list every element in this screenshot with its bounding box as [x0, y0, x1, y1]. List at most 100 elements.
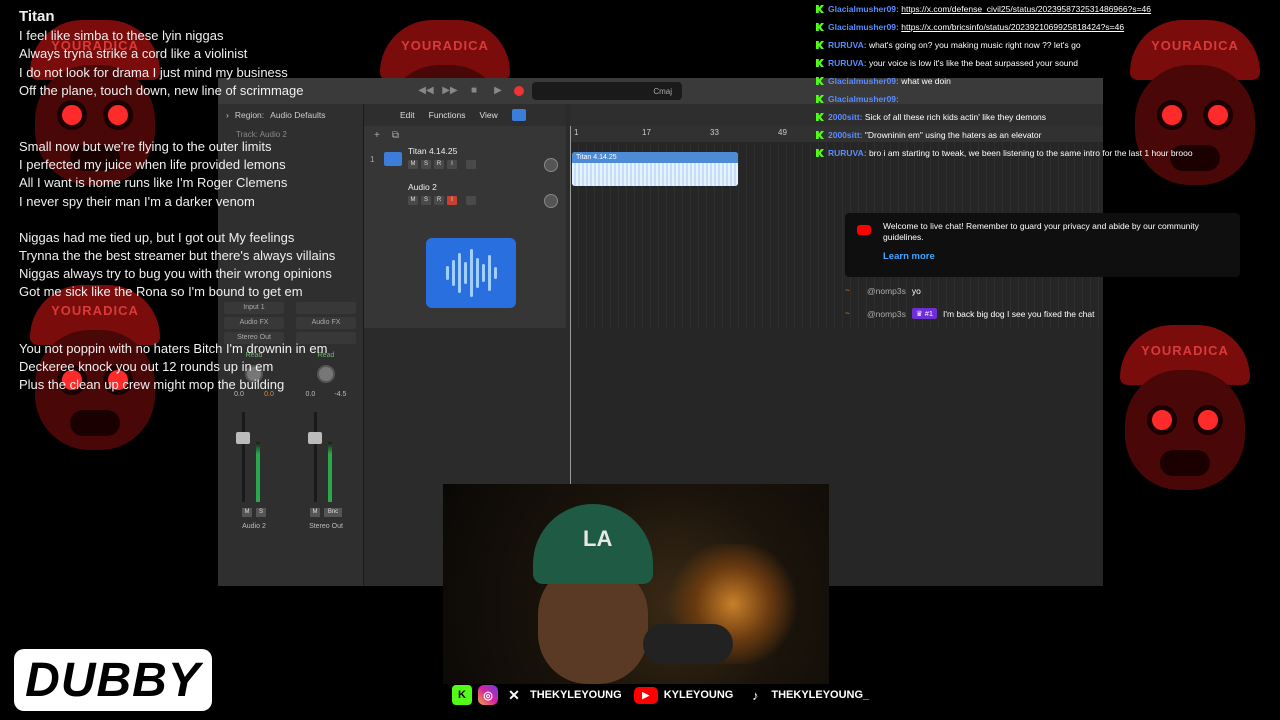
tiktok-handle: THEKYLEYOUNG_ — [771, 689, 870, 701]
audio-region[interactable]: Titan 4.14.25 — [572, 152, 738, 186]
cap-logo: LA — [583, 526, 613, 551]
lyric-line: You not poppin with no haters Bitch I'm … — [19, 340, 328, 356]
yt-chat-message: ~ @nomp3s yo — [845, 286, 921, 296]
instagram-icon: ◎ — [478, 685, 498, 705]
edit-menu[interactable]: Edit — [400, 110, 415, 120]
lyric-line: Got me sick like the Rona so I'm bound t… — [19, 284, 303, 300]
ruler-mark: 33 — [710, 128, 719, 137]
lyric-line: All I want is home runs like I'm Roger C… — [19, 175, 288, 191]
logo-text: DUBBY — [25, 653, 201, 707]
chat-username[interactable]: RURUVA: — [828, 40, 867, 50]
chat-text: I'm back big dog I see you fixed the cha… — [943, 308, 1095, 319]
strip-name: Stereo Out — [309, 523, 343, 530]
play-icon[interactable]: ▶ — [490, 85, 506, 97]
live-chat-notice: Welcome to live chat! Remember to guard … — [845, 213, 1240, 277]
lyrics-stanza: You not poppin with no haters Bitch I'm … — [19, 340, 399, 395]
youtube-icon: ▶ — [633, 686, 658, 704]
kick-icon — [816, 5, 824, 13]
rewind-icon[interactable]: ◀◀ — [418, 85, 434, 97]
kick-icon — [816, 95, 824, 103]
chat-link[interactable]: https://x.com/defense_civil25/status/202… — [901, 4, 1151, 14]
tiktok-icon: ♪ — [752, 687, 759, 703]
chat-message: 2000sitt: "Drowninin em" using the hater… — [816, 126, 1280, 144]
track-volume-slider[interactable] — [466, 160, 476, 169]
lyrics-stanza: Niggas had me tied up, but I got out My … — [19, 229, 399, 302]
input-monitor-button[interactable]: I — [447, 196, 457, 205]
track-pan-knob[interactable] — [544, 194, 558, 208]
chat-message: Glacialmusher09: https://x.com/defense_c… — [816, 0, 1280, 18]
socials-bar: K ◎ ✕ THEKYLEYOUNG ▶ KYLEYOUNG ♪ THEKYLE… — [452, 684, 875, 706]
record-button[interactable] — [514, 86, 524, 96]
chat-text: yo — [911, 286, 921, 296]
chat-username[interactable]: 2000sitt: — [828, 130, 863, 140]
youtube-handle: KYLEYOUNG — [663, 689, 734, 701]
lyric-line: Small now but we're flying to the outer … — [19, 139, 272, 155]
chat-username[interactable]: RURUVA: — [828, 58, 867, 68]
input-monitor-button[interactable]: I — [447, 160, 457, 169]
chat-username[interactable]: 2000sitt: — [828, 112, 863, 122]
lyric-line: Deckeree knock you out 12 rounds up in e… — [19, 358, 274, 374]
chat-username[interactable]: RURUVA: — [828, 148, 867, 158]
mute-button[interactable]: M — [310, 508, 320, 517]
lyric-line: Off the plane, touch down, new line of s… — [19, 82, 304, 98]
record-enable-button[interactable]: R — [434, 160, 444, 169]
kick-icon — [816, 59, 824, 67]
kick-icon — [816, 41, 824, 49]
chat-text: "Drowninin em" using the haters as an el… — [864, 130, 1042, 140]
forward-icon[interactable]: ▶▶ — [442, 85, 458, 97]
youtube-icon — [857, 225, 871, 235]
kick-icon — [816, 23, 824, 31]
chat-message: RURUVA: bro i am starting to tweak, we b… — [816, 144, 1280, 162]
chat-username[interactable]: Glacialmusher09: — [828, 76, 899, 86]
key-display: Cmaj — [653, 86, 672, 96]
solo-button[interactable]: S — [421, 196, 431, 205]
chat-author[interactable]: @nomp3s — [867, 286, 906, 296]
notice-text: Welcome to live chat! Remember to guard … — [883, 221, 1199, 242]
volume-fader[interactable] — [306, 412, 346, 502]
view-menu[interactable]: View — [480, 110, 498, 120]
track-pan-knob[interactable] — [544, 158, 558, 172]
kick-icon — [816, 131, 824, 139]
kick-icon — [816, 149, 824, 157]
region-title: Titan 4.14.25 — [572, 152, 738, 163]
chat-link[interactable]: https://x.com/bricsinfo/status/202392106… — [901, 22, 1124, 32]
lyrics-stanza: Small now but we're flying to the outer … — [19, 138, 399, 211]
mute-button[interactable]: M — [408, 160, 418, 169]
bounce-button[interactable]: Bnc — [324, 508, 342, 517]
lyric-line: I perfected my juice when life provided … — [19, 157, 286, 173]
chat-username[interactable]: Glacialmusher09: — [828, 94, 899, 104]
lyric-line: Niggas always try to bug you with their … — [19, 266, 332, 282]
chat-username[interactable]: Glacialmusher09: — [828, 22, 899, 32]
catch-icon[interactable] — [511, 109, 526, 121]
chat-text: what we doin — [901, 76, 951, 86]
stop-icon[interactable]: ■ — [466, 85, 482, 97]
region-waveform — [572, 163, 738, 186]
chat-author[interactable]: @nomp3s — [867, 309, 906, 319]
webcam-feed: LA — [443, 484, 829, 684]
member-badge: ♛ #1 — [911, 308, 938, 319]
yt-chat-message: ~ @nomp3s ♛ #1 I'm back big dog I see yo… — [845, 308, 1094, 319]
x-icon: ✕ — [508, 686, 520, 703]
track-volume-slider[interactable] — [466, 196, 476, 205]
volume-fader[interactable] — [234, 412, 274, 502]
solo-button[interactable]: S — [421, 160, 431, 169]
lyric-line: I never spy their man I'm a darker venom — [19, 193, 255, 209]
chat-message: Glacialmusher09: https://x.com/bricsinfo… — [816, 18, 1280, 36]
chat-text: Sick of all these rich kids actin' like … — [864, 112, 1047, 122]
record-enable-button[interactable]: R — [434, 196, 444, 205]
chat-username[interactable]: Glacialmusher09: — [828, 4, 899, 14]
user-avatar-icon: ~ — [845, 286, 850, 295]
kick-icon: K — [452, 685, 472, 705]
streamer-cap: LA — [533, 504, 653, 584]
lyric-line: I do not look for drama I just mind my b… — [19, 64, 288, 80]
mute-button[interactable]: M — [242, 508, 252, 517]
lyrics-title: Titan — [19, 8, 55, 25]
lcd-display: Cmaj — [532, 82, 682, 100]
kick-icon — [816, 113, 824, 121]
learn-more-link[interactable]: Learn more — [883, 251, 1230, 262]
track-name: Titan 4.14.25 — [408, 146, 458, 156]
functions-menu[interactable]: Functions — [429, 110, 466, 120]
solo-button[interactable]: S — [256, 508, 266, 517]
chat-message: RURUVA: your voice is low it's like the … — [816, 54, 1280, 72]
mute-button[interactable]: M — [408, 196, 418, 205]
